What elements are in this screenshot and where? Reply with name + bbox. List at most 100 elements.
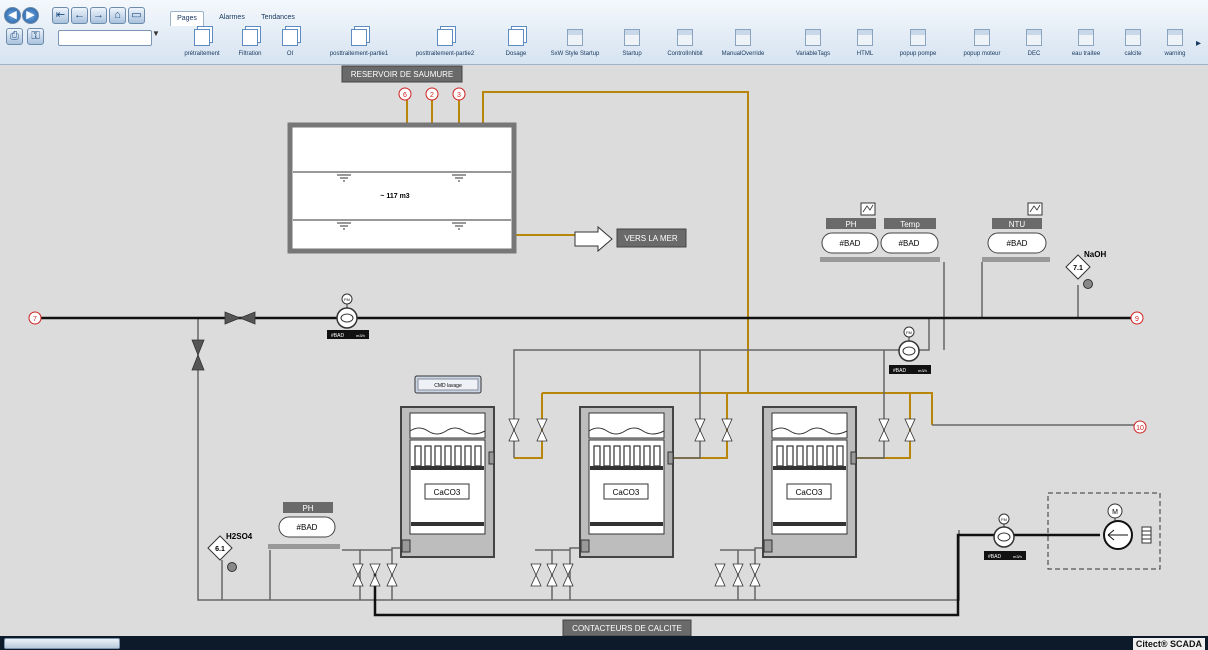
calcite-contactors: CaCO3 CaCO3 CaCO3 <box>400 406 857 558</box>
page-button-7[interactable]: Startup <box>604 29 660 63</box>
forward-icon[interactable]: ▶ <box>22 7 39 24</box>
dosing-h2so4[interactable]: 6.1 H2SO4 <box>207 532 253 572</box>
analyzer-ntu-base <box>982 257 1050 262</box>
svg-text:M: M <box>1112 509 1118 516</box>
page-button-5[interactable]: Dosage <box>488 29 544 63</box>
ribbon-toolbar: ◀ ▶ ⇤ ← → ⌂ ▭ ⎙ ⚿ ▼ Pages Alarmes Tendan… <box>0 0 1208 65</box>
contactor-media-label: CaCO3 <box>434 488 461 497</box>
analyzer-ntu-title: NTU <box>1009 220 1026 229</box>
page-button-12[interactable]: popup pompe <box>890 29 946 63</box>
screenshot-icon <box>567 29 583 46</box>
analyzer-ph[interactable]: PH #BAD <box>821 202 879 254</box>
wash-pump[interactable]: M <box>1047 492 1161 570</box>
bottom-valve-5[interactable] <box>562 563 574 587</box>
bottom-valve-7[interactable] <box>732 563 744 587</box>
flowmeter-inlet[interactable]: FM #BAD m3/h <box>327 293 369 339</box>
bottom-valve-1[interactable] <box>369 563 381 587</box>
first-page-icon[interactable]: ⇤ <box>52 7 69 24</box>
screenshot-icon <box>805 29 821 46</box>
page-icon <box>194 29 210 46</box>
analyzer-ph2-title: PH <box>302 504 313 513</box>
status-panel[interactable] <box>4 638 120 649</box>
flowmeter-wash[interactable]: FM #BAD m3/h <box>984 513 1026 560</box>
nozzle-marker: 2 <box>430 92 434 99</box>
main-line-valve[interactable] <box>224 311 256 325</box>
sea-outlet-label: VERS LA MER <box>624 234 678 243</box>
top-valve-3[interactable] <box>721 418 733 442</box>
secondary-outlet-marker-label: 10 <box>1136 425 1144 432</box>
bottom-valve-0[interactable] <box>352 563 364 587</box>
flowmeter-wash-unit: m3/h <box>1013 554 1022 559</box>
page-button-4[interactable]: posttraitement-partie2 <box>416 29 474 63</box>
top-valve-4[interactable] <box>878 418 890 442</box>
page-button-8[interactable]: ControlInhibit <box>657 29 713 63</box>
page-button-14[interactable]: DEC <box>1006 29 1062 63</box>
contactor-3[interactable]: CaCO3 <box>762 406 857 558</box>
page-button-6[interactable]: SxW Style Startup <box>547 29 603 63</box>
top-valve-2[interactable] <box>694 418 706 442</box>
h2so4-tag: 6.1 <box>215 546 225 553</box>
tab-pages[interactable]: Pages <box>170 11 204 26</box>
page-button-3[interactable]: posttraitement-partie1 <box>330 29 388 63</box>
scroll-right-icon[interactable]: ▸ <box>1196 38 1201 49</box>
bottom-valve-3[interactable] <box>530 563 542 587</box>
tab-tendances[interactable]: Tendances <box>258 11 298 25</box>
status-bar <box>0 636 1208 650</box>
home-icon[interactable]: ⌂ <box>109 7 126 24</box>
screenshot-icon <box>974 29 990 46</box>
window-icon[interactable]: ▭ <box>128 7 145 24</box>
page-button-9[interactable]: ManualOverride <box>715 29 771 63</box>
screenshot-icon <box>735 29 751 46</box>
contactor-2[interactable]: CaCO3 <box>579 406 674 558</box>
page-button-13[interactable]: popup moteur <box>954 29 1010 63</box>
page-icon <box>351 29 367 46</box>
flowmeter-outlet-value: #BAD <box>893 368 906 374</box>
page-selector-dropdown-icon[interactable]: ▼ <box>152 29 160 38</box>
tab-alarmes[interactable]: Alarmes <box>214 11 250 25</box>
flowmeter-outlet-unit: m3/h <box>918 368 927 373</box>
back-icon[interactable]: ◀ <box>4 7 21 24</box>
outlet-marker-label: 9 <box>1135 316 1139 323</box>
analyzer-temp[interactable]: Temp #BAD <box>880 218 939 254</box>
top-valve-0[interactable] <box>508 418 520 442</box>
analyzer-temp-value: #BAD <box>899 239 920 248</box>
wash-command-label: CMD lavage <box>434 383 462 389</box>
page-selector-input[interactable] <box>58 30 152 46</box>
svg-text:FM: FM <box>906 330 912 335</box>
previous-page-icon[interactable]: ← <box>71 7 88 24</box>
page-button-label: posttraitement-partie2 <box>415 51 475 57</box>
analyzer-ph-contactors[interactable]: PH #BAD <box>278 502 336 538</box>
page-button-10[interactable]: VariableTags <box>785 29 841 63</box>
page-icon <box>437 29 453 46</box>
h2so4-pump-icon <box>227 562 237 572</box>
bottom-valve-4[interactable] <box>546 563 558 587</box>
bypass-valve[interactable] <box>191 339 205 371</box>
process-diagram: ~ 117 m3 RESERVOIR DE SAUMURE 6 2 3 VERS… <box>28 65 1161 637</box>
analyzer-ph-title: PH <box>845 220 856 229</box>
dosing-naoh[interactable]: 7.1 NaOH <box>1065 250 1106 289</box>
analyzer-ph-value: #BAD <box>840 239 861 248</box>
naoh-pump-icon <box>1083 279 1093 289</box>
wash-command-button[interactable]: CMD lavage <box>414 375 482 394</box>
bottom-valve-6[interactable] <box>714 563 726 587</box>
page-button-11[interactable]: HTML <box>837 29 893 63</box>
print-icon[interactable]: ⎙ <box>6 28 23 45</box>
contactor-1[interactable]: CaCO3 <box>400 406 495 558</box>
page-icon <box>508 29 524 46</box>
page-icon <box>282 29 298 46</box>
bottom-valve-2[interactable] <box>386 563 398 587</box>
next-page-icon[interactable]: → <box>90 7 107 24</box>
svg-text:FM: FM <box>1001 517 1007 522</box>
bottom-valve-8[interactable] <box>749 563 761 587</box>
top-valve-1[interactable] <box>536 418 548 442</box>
analyzer-ntu[interactable]: NTU #BAD <box>987 202 1047 254</box>
chart-icon <box>860 202 876 216</box>
page-button-2[interactable]: OI <box>262 29 318 63</box>
page-button-17[interactable]: warning <box>1147 29 1203 63</box>
naoh-tag: 7.1 <box>1073 265 1083 272</box>
valves <box>191 311 256 371</box>
page-button-label: warning <box>1164 51 1186 57</box>
brand-label: Citect® SCADA <box>1132 638 1205 650</box>
login-icon[interactable]: ⚿ <box>27 28 44 45</box>
top-valve-5[interactable] <box>904 418 916 442</box>
